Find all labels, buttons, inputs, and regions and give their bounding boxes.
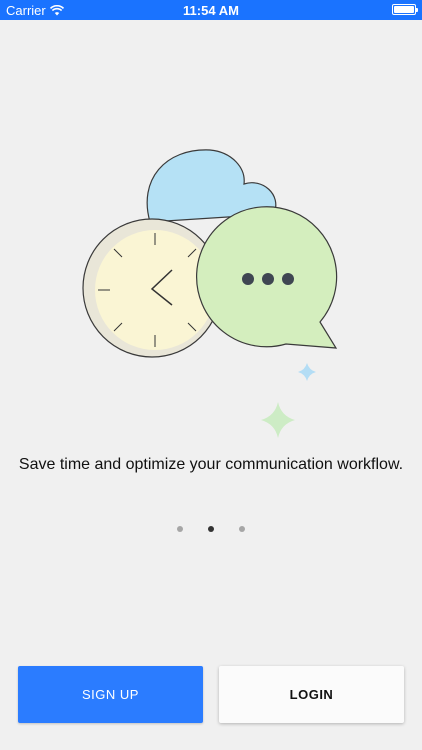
page-dot[interactable]	[239, 526, 245, 532]
chat-bubble-icon	[196, 206, 338, 349]
login-button[interactable]: LOGIN	[219, 666, 404, 723]
onboarding-tagline: Save time and optimize your communicatio…	[18, 456, 404, 473]
sign-up-button[interactable]: SIGN UP	[18, 666, 203, 723]
sparkle-icon	[261, 402, 295, 438]
page-dot-active[interactable]	[208, 526, 214, 532]
page-indicator[interactable]	[0, 526, 422, 532]
onboarding-illustration	[82, 149, 338, 438]
sparkle-icon	[298, 363, 316, 381]
page-dot[interactable]	[177, 526, 183, 532]
